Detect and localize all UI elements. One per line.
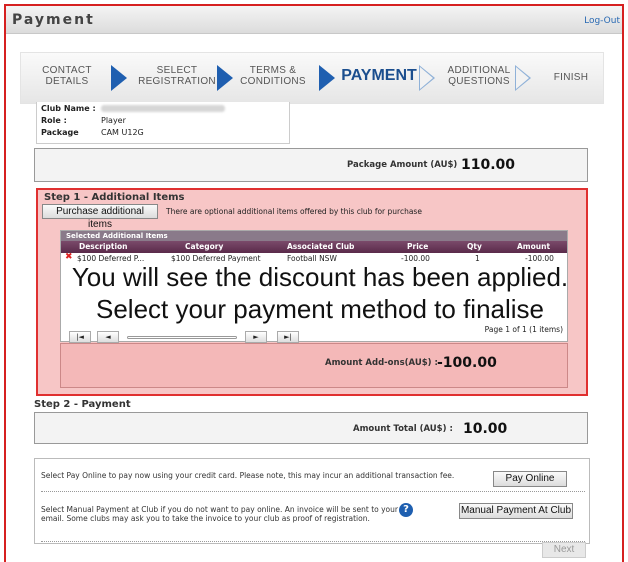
amount-total-box: Amount Total (AU$) : 10.00 [34, 412, 588, 444]
manual-payment-button[interactable]: Manual Payment At Club [459, 503, 573, 519]
wizard-step-select-registration: SELECT REGISTRATION [138, 65, 216, 87]
pager-info: Page 1 of 1 (1 items) [484, 325, 563, 334]
first-page-icon[interactable]: |◄ [69, 331, 91, 343]
overlay-instruction-line2: Select your payment method to finalise [95, 294, 545, 324]
pay-online-text: Select Pay Online to pay now using your … [41, 471, 455, 480]
wizard-step-payment: PAYMENT [341, 67, 417, 84]
wizard-step-contact-details: CONTACT DETAILS [42, 65, 92, 87]
next-button[interactable]: Next [542, 542, 586, 558]
title-bar: Payment Log-Out [6, 6, 622, 34]
logout-link[interactable]: Log-Out [584, 16, 620, 26]
column-qty: Qty [467, 242, 482, 251]
step-arrow-outline-icon [419, 65, 435, 91]
registration-info: Club Name : Role : Player Package CAM U12G [36, 102, 290, 144]
divider [41, 541, 585, 542]
next-page-icon[interactable]: ► [245, 331, 267, 343]
delete-x-icon[interactable]: ✖ [65, 252, 73, 262]
column-category: Category [185, 242, 224, 251]
amount-total-label: Amount Total (AU$) : [353, 424, 453, 434]
addons-amount-label: Amount Add-ons(AU$) : [325, 358, 438, 368]
column-associated-club: Associated Club [287, 242, 355, 251]
grid-caption: Selected Additional Items [61, 231, 567, 241]
overlay-instruction-line1: You will see the discount has been appli… [71, 262, 569, 292]
page-slider[interactable] [127, 336, 237, 339]
purchase-additional-items-button[interactable]: Purchase additional items [42, 204, 158, 230]
step1-title: Step 1 - Additional Items [44, 192, 185, 203]
package-amount-box: Package Amount (AU$) 110.00 [34, 148, 588, 182]
amount-total-value: 10.00 [463, 421, 508, 437]
prev-page-icon[interactable]: ◄ [97, 331, 119, 343]
column-amount: Amount [517, 242, 551, 251]
manual-payment-text: Select Manual Payment at Club if you do … [41, 505, 398, 523]
grid-header: Description Category Associated Club Pri… [61, 241, 567, 253]
payment-window: Payment Log-Out CONTACT DETAILS SELECT REG… [4, 4, 624, 562]
club-name-value-redacted [101, 105, 225, 112]
column-description: Description [79, 242, 128, 251]
package-amount-value: 110.00 [461, 157, 516, 173]
wizard-progress: CONTACT DETAILS SELECT REGISTRATION TERMS … [20, 52, 604, 104]
step-arrow-outline-icon [515, 65, 531, 91]
step-arrow-icon [111, 65, 127, 91]
club-name-label: Club Name : [41, 104, 96, 113]
step1-note: There are optional additional items offe… [166, 207, 422, 216]
package-label: Package [41, 128, 79, 137]
payment-options: Select Pay Online to pay now using your … [34, 458, 590, 544]
help-icon[interactable]: ? [399, 503, 413, 517]
addons-amount-value: -100.00 [437, 355, 497, 371]
column-price: Price [407, 242, 429, 251]
grid-pager: |◄ ◄ ► ►| Page 1 of 1 (1 items) [61, 325, 567, 343]
wizard-step-finish: FINISH [553, 72, 589, 83]
step2-title: Step 2 - Payment [34, 399, 131, 410]
addons-amount-box: Amount Add-ons(AU$) : -100.00 [60, 343, 568, 388]
wizard-step-terms: TERMS & CONDITIONS [240, 65, 306, 87]
package-amount-label: Package Amount (AU$) [347, 160, 458, 170]
role-label: Role : [41, 116, 67, 125]
wizard-step-additional-questions: ADDITIONAL QUESTIONS [447, 65, 511, 87]
package-value: CAM U12G [101, 128, 144, 137]
page-title: Payment [12, 12, 95, 28]
divider [41, 491, 585, 492]
step-arrow-icon [217, 65, 233, 91]
role-value: Player [101, 116, 126, 125]
last-page-icon[interactable]: ►| [277, 331, 299, 343]
step-arrow-icon [319, 65, 335, 91]
pay-online-button[interactable]: Pay Online [493, 471, 567, 487]
